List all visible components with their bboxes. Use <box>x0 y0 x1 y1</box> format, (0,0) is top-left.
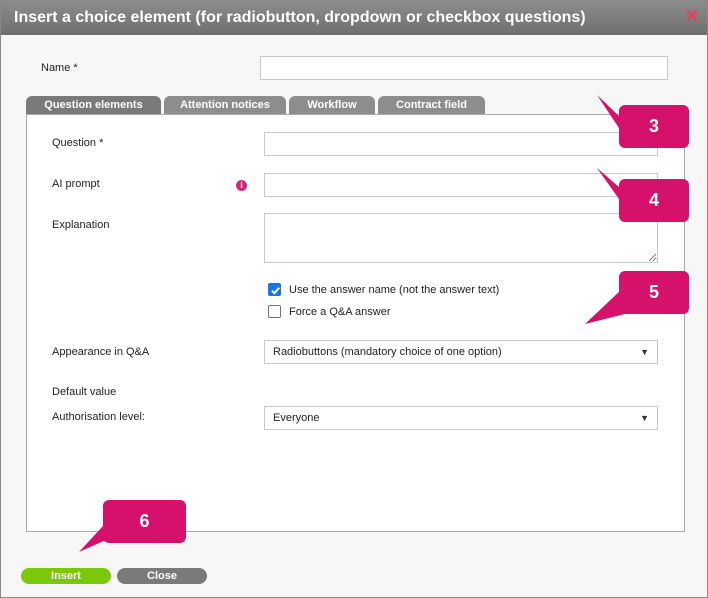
question-elements-panel: Question * AI prompt i Explanation Use t… <box>26 114 685 532</box>
tab-contract-field[interactable]: Contract field <box>378 96 485 114</box>
chevron-down-icon: ▼ <box>640 413 649 423</box>
force-qa-answer-checkbox[interactable] <box>268 305 281 318</box>
dialog-title: Insert a choice element (for radiobutton… <box>14 9 586 26</box>
callout-5: 5 <box>619 271 689 314</box>
tab-question-elements[interactable]: Question elements <box>26 96 161 114</box>
default-value-label: Default value <box>52 386 117 398</box>
ai-prompt-label: AI prompt <box>52 178 100 190</box>
info-icon[interactable]: i <box>236 180 247 191</box>
insert-button[interactable]: Insert <box>21 568 111 584</box>
close-x-icon[interactable]: ✕ <box>684 6 700 28</box>
appearance-selected-value: Radiobuttons (mandatory choice of one op… <box>273 346 502 358</box>
use-answer-name-label: Use the answer name (not the answer text… <box>289 284 500 296</box>
appearance-select[interactable]: Radiobuttons (mandatory choice of one op… <box>264 340 658 364</box>
appearance-label: Appearance in Q&A <box>52 346 150 358</box>
question-input[interactable] <box>264 132 658 156</box>
authorisation-selected-value: Everyone <box>273 412 320 424</box>
dialog-titlebar: Insert a choice element (for radiobutton… <box>1 1 707 35</box>
tab-attention-notices[interactable]: Attention notices <box>164 96 286 114</box>
name-label: Name * <box>41 62 78 74</box>
callout-3: 3 <box>619 105 689 148</box>
use-answer-name-checkbox[interactable] <box>268 283 281 296</box>
ai-prompt-input[interactable] <box>264 173 658 197</box>
close-button[interactable]: Close <box>117 568 207 584</box>
authorisation-label: Authorisation level: <box>52 411 145 423</box>
name-input[interactable] <box>260 56 668 80</box>
explanation-textarea[interactable] <box>264 213 658 263</box>
callout-4: 4 <box>619 179 689 222</box>
checkmark-icon <box>271 287 280 295</box>
force-qa-answer-label: Force a Q&A answer <box>289 306 391 318</box>
explanation-label: Explanation <box>52 219 110 231</box>
tab-workflow[interactable]: Workflow <box>289 96 375 114</box>
authorisation-select[interactable]: Everyone ▼ <box>264 406 658 430</box>
question-label: Question * <box>52 137 104 149</box>
callout-6: 6 <box>103 500 186 543</box>
chevron-down-icon: ▼ <box>640 347 649 357</box>
